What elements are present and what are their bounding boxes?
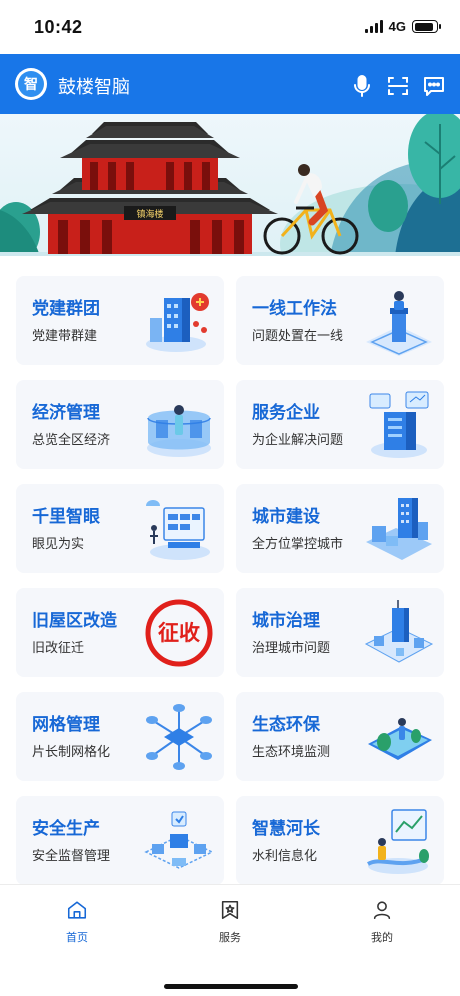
service-bookmark-icon xyxy=(221,900,239,920)
card-subtitle: 总览全区经济 xyxy=(32,432,111,447)
card-title: 城市建设 xyxy=(252,507,320,526)
party-building-icon xyxy=(146,293,209,352)
card-frontline-work[interactable]: 一线工作法 问题处置在一线 xyxy=(236,276,444,365)
profile-icon xyxy=(373,901,391,920)
microphone-icon[interactable] xyxy=(350,74,374,98)
card-title: 服务企业 xyxy=(252,403,320,422)
tab-home[interactable]: 首页 xyxy=(37,899,117,945)
status-indicators: 4G xyxy=(364,19,441,34)
card-party-building[interactable]: 党建群团 党建带群建 xyxy=(16,276,224,365)
signal-icon xyxy=(364,20,383,33)
message-icon[interactable] xyxy=(422,74,446,98)
tab-label: 我的 xyxy=(371,932,393,944)
card-smart-river-chief[interactable]: 智慧河长 水利信息化 xyxy=(236,796,444,885)
tab-bar: 首页 服务 我的 xyxy=(0,884,460,996)
expropriation-stamp-icon: 征收 xyxy=(145,599,213,667)
stamp-text: 征收 xyxy=(158,621,200,645)
card-subtitle: 生态环境监测 xyxy=(252,744,331,759)
card-subtitle: 眼见为实 xyxy=(32,536,85,551)
card-old-district-renovation[interactable]: 旧屋区改造 旧改征迁 征收 xyxy=(16,588,224,677)
card-subtitle: 党建带群建 xyxy=(32,328,98,343)
grid-network-icon xyxy=(146,704,212,770)
card-subtitle: 水利信息化 xyxy=(252,848,318,863)
card-city-governance[interactable]: 城市治理 治理城市问题 xyxy=(236,588,444,677)
economy-dashboard-icon xyxy=(147,405,211,457)
card-title: 旧屋区改造 xyxy=(32,611,117,630)
status-time: 10:42 xyxy=(34,17,83,37)
card-grid-management[interactable]: 网格管理 片长制网格化 xyxy=(16,692,224,781)
card-title: 网格管理 xyxy=(32,715,100,734)
app-header: 智 鼓楼智脑 xyxy=(0,54,460,114)
tab-service[interactable]: 服务 xyxy=(190,899,270,945)
monitor-eye-icon xyxy=(146,500,210,560)
card-title: 城市治理 xyxy=(252,611,320,630)
card-subtitle: 安全监督管理 xyxy=(32,848,111,863)
card-title: 千里智眼 xyxy=(32,507,100,526)
card-smart-eye[interactable]: 千里智眼 眼见为实 xyxy=(16,484,224,573)
banner-sign: 镇海楼 xyxy=(136,208,163,220)
banner[interactable]: 镇海楼 xyxy=(0,114,460,256)
card-subtitle: 片长制网格化 xyxy=(32,744,111,759)
status-bar: 10:42 4G xyxy=(0,0,460,54)
app-title: 鼓楼智脑 xyxy=(58,77,130,97)
home-indicator xyxy=(164,984,298,989)
river-chief-icon xyxy=(367,809,429,874)
card-subtitle: 问题处置在一线 xyxy=(252,328,344,343)
city-building-icon xyxy=(366,498,432,560)
city-governance-icon xyxy=(364,600,434,663)
app-logo: 智 xyxy=(15,68,47,100)
card-ecology[interactable]: 生态环保 生态环境监测 xyxy=(236,692,444,781)
tab-profile[interactable]: 我的 xyxy=(342,899,422,945)
card-subtitle: 治理城市问题 xyxy=(252,640,331,655)
card-title: 党建群团 xyxy=(32,299,100,318)
card-economy[interactable]: 经济管理 总览全区经济 xyxy=(16,380,224,469)
card-subtitle: 旧改征迁 xyxy=(32,640,85,655)
card-title: 智慧河长 xyxy=(252,819,320,838)
card-title: 生态环保 xyxy=(252,715,320,734)
battery-icon xyxy=(412,20,441,33)
card-subtitle: 为企业解决问题 xyxy=(252,432,344,447)
ecology-monitor-icon xyxy=(368,718,432,760)
podium-icon xyxy=(366,291,432,356)
card-title: 安全生产 xyxy=(32,819,100,838)
tab-label: 首页 xyxy=(66,932,88,944)
app-logo-char: 智 xyxy=(18,71,44,97)
tab-label: 服务 xyxy=(219,932,241,944)
card-title: 经济管理 xyxy=(32,403,100,422)
safety-production-icon xyxy=(144,811,214,869)
card-safety-production[interactable]: 安全生产 安全监督管理 xyxy=(16,796,224,885)
card-city-construction[interactable]: 城市建设 全方位掌控城市 xyxy=(236,484,444,573)
card-title: 一线工作法 xyxy=(252,299,337,318)
scan-icon[interactable] xyxy=(386,74,410,98)
card-subtitle: 全方位掌控城市 xyxy=(252,536,344,551)
home-icon xyxy=(67,901,87,919)
header-actions xyxy=(350,74,446,98)
network-type: 4G xyxy=(388,19,406,34)
enterprise-server-icon xyxy=(369,391,429,458)
banner-illustration: 镇海楼 xyxy=(0,114,460,256)
function-grid: 党建群团 党建带群建 一线工作法 问题处置在一线 经济管理 总览全区经济 服务企… xyxy=(16,276,444,885)
card-enterprise-service[interactable]: 服务企业 为企业解决问题 xyxy=(236,380,444,469)
